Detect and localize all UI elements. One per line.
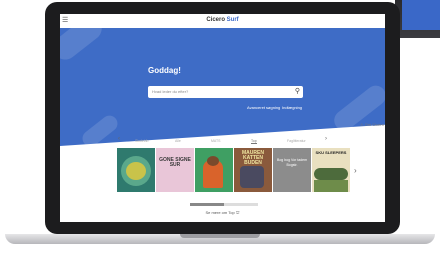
top-bar: ☰ Cicero Surf [60,14,385,28]
category-tabs: Skolebib Alle MATS Top Faglitteratur [117,139,327,147]
tab-top[interactable]: Top [251,139,257,144]
book-cover[interactable]: MAUREN KATTEN BUDEN [234,148,272,192]
see-more-link[interactable]: Se mere om Top ⛫ [60,210,385,216]
book-cover[interactable] [195,148,233,192]
hero-banner: Goddag! Hvad leder du efter? ⚲ Avanceret… [60,28,385,146]
advanced-search-link[interactable]: Avanceret søgning [247,105,280,110]
book-cover[interactable]: GONE SIGNE SUR [156,148,194,192]
carousel-progress-bar [190,203,258,206]
decorative-stripe [79,112,121,146]
warning-icon: ⚠ [360,122,364,127]
laptop-notch [180,234,260,238]
catalog-search-link[interactable]: Indtægning [282,105,302,110]
brand-logo[interactable]: Cicero Surf [60,17,385,23]
book-cover[interactable]: Bog bog Vor tadem Bogstr. [273,148,311,192]
search-input[interactable]: Hvad leder du efter? ⚲ [148,86,303,98]
tab-skolebib[interactable]: Skolebib [135,139,148,143]
search-placeholder: Hvad leder du efter? [152,89,189,94]
search-icon[interactable]: ⚲ [295,87,300,95]
tab-faglitteratur[interactable]: Faglitteratur [287,139,306,143]
about-link[interactable]: ⚠ Om Cicero [360,122,384,127]
carousel-next-arrow[interactable]: › [354,166,357,175]
greeting-heading: Goddag! [148,66,181,75]
background-device-screen [402,0,440,30]
car-icon: ⛫ [235,210,240,215]
tabs-next-arrow[interactable]: › [325,136,327,142]
carousel-progress-fill [190,203,224,206]
book-cover[interactable]: SKU SLEEPERS [312,148,350,192]
app-screen: ☰ Cicero Surf Goddag! Hvad leder du efte… [60,14,385,222]
book-cover[interactable] [117,148,155,192]
tab-alle[interactable]: Alle [175,139,181,143]
tab-mats[interactable]: MATS [211,139,220,143]
